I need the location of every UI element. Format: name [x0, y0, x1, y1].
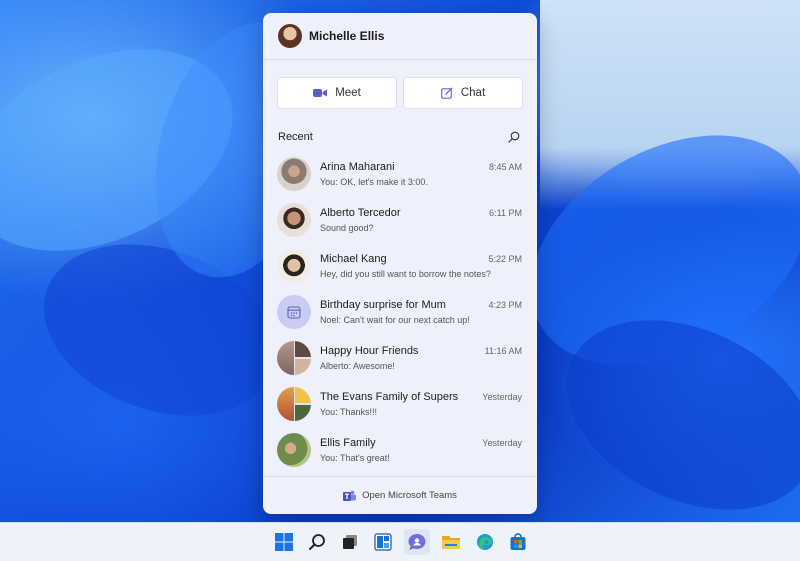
conversation-preview: Sound good?: [320, 223, 374, 233]
profile-name: Michelle Ellis: [309, 29, 385, 43]
conversation-item-alberto-tercedor[interactable]: Alberto Tercedor 6:11 PM Sound good?: [263, 197, 537, 243]
conversation-preview: You: OK, let's make it 3:00.: [320, 177, 428, 187]
conversation-time: 5:22 PM: [488, 254, 522, 264]
conversation-name: Ellis Family: [320, 437, 376, 449]
conversation-name: The Evans Family of Supers: [320, 391, 459, 403]
store-icon[interactable]: [505, 529, 531, 555]
conversation-time: 4:23 PM: [488, 300, 522, 310]
open-teams-link[interactable]: Open Microsoft Teams: [263, 476, 537, 514]
conversation-item-happy-hour-friends[interactable]: Happy Hour Friends 11:16 AM Alberto: Awe…: [263, 335, 537, 381]
task-view-icon[interactable]: [337, 529, 363, 555]
conversation-preview: You: That's great!: [320, 453, 390, 463]
group-avatar-photo: [295, 341, 311, 357]
chat-button[interactable]: Chat: [403, 77, 523, 109]
conversation-name: Birthday surprise for Mum: [320, 299, 446, 311]
recent-title: Recent: [278, 131, 313, 143]
conversation-item-ellis-family[interactable]: Ellis Family Yesterday You: That's great…: [263, 427, 537, 473]
group-avatar-photo: [277, 341, 294, 375]
recent-header: Recent: [263, 130, 537, 144]
search-icon[interactable]: [508, 131, 520, 143]
group-avatar-photo: [295, 359, 311, 375]
compose-icon: [441, 87, 453, 99]
conversation-time: 11:16 AM: [484, 346, 522, 356]
group-avatar-photo: [277, 387, 294, 421]
conversation-time: Yesterday: [482, 392, 522, 402]
avatar: [277, 157, 311, 191]
conversation-list: Arina Maharani 8:45 AM You: OK, let's ma…: [263, 151, 537, 473]
profile-avatar[interactable]: [278, 24, 302, 48]
conversation-time: 6:11 PM: [489, 208, 522, 218]
conversation-item-birthday-surprise[interactable]: Birthday surprise for Mum 4:23 PM Noel: …: [263, 289, 537, 335]
search-icon[interactable]: [304, 529, 330, 555]
conversation-preview: Hey, did you still want to borrow the no…: [320, 269, 491, 279]
teams-chat-flyout: Michelle Ellis Meet Chat Recent Arina Ma…: [263, 13, 537, 514]
widgets-icon[interactable]: [370, 529, 396, 555]
profile-header: Michelle Ellis: [263, 13, 537, 60]
open-teams-label: Open Microsoft Teams: [362, 490, 457, 501]
edge-icon[interactable]: [472, 529, 498, 555]
conversation-name: Happy Hour Friends: [320, 345, 419, 357]
conversation-preview: You: Thanks!!!: [320, 407, 378, 417]
file-explorer-icon[interactable]: [438, 529, 464, 555]
conversation-name: Arina Maharani: [320, 161, 395, 173]
conversation-item-arina-maharani[interactable]: Arina Maharani 8:45 AM You: OK, let's ma…: [263, 151, 537, 197]
avatar: [277, 249, 311, 283]
video-camera-icon: [313, 89, 328, 97]
conversation-name: Alberto Tercedor: [320, 207, 401, 219]
conversation-name: Michael Kang: [320, 253, 387, 265]
avatar: [277, 295, 311, 329]
conversation-time: Yesterday: [482, 438, 522, 448]
meet-label: Meet: [335, 87, 361, 99]
group-avatar: [277, 387, 311, 421]
teams-chat-icon[interactable]: [404, 529, 430, 555]
conversation-preview: Noel: Can't wait for our next catch up!: [320, 315, 470, 325]
meet-button[interactable]: Meet: [277, 77, 397, 109]
group-avatar: [277, 341, 311, 375]
action-buttons: Meet Chat: [263, 60, 537, 109]
conversation-item-evans-family[interactable]: The Evans Family of Supers Yesterday You…: [263, 381, 537, 427]
conversation-preview: Alberto: Awesome!: [320, 361, 395, 371]
conversation-time: 8:45 AM: [488, 162, 522, 172]
conversation-item-michael-kang[interactable]: Michael Kang 5:22 PM Hey, did you still …: [263, 243, 537, 289]
calendar-icon: [287, 306, 301, 319]
group-avatar-photo: [295, 405, 311, 421]
chat-label: Chat: [460, 87, 486, 99]
taskbar: [0, 522, 800, 561]
group-avatar-photo: [295, 387, 311, 403]
teams-logo-icon: [343, 490, 357, 501]
start-icon[interactable]: [271, 529, 297, 555]
avatar: [277, 433, 311, 467]
avatar: [277, 203, 311, 237]
